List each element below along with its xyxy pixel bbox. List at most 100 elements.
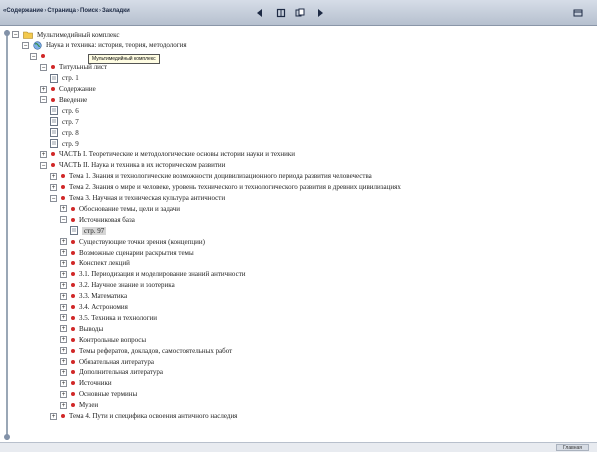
- expand-icon[interactable]: +: [60, 336, 67, 344]
- tab-contents[interactable]: «Содержание: [3, 8, 43, 14]
- collapse-icon[interactable]: −: [12, 31, 19, 38]
- tree-item[interactable]: + Источники: [60, 378, 112, 389]
- tree-item-label: Конспект лекций: [79, 259, 130, 268]
- collapse-icon[interactable]: −: [60, 216, 67, 224]
- bullet-icon: [71, 294, 75, 299]
- bullet-icon: [51, 87, 55, 91]
- tree-item[interactable]: +3.1. Периодизация и моделирование знани…: [60, 269, 246, 280]
- collapse-icon[interactable]: −: [50, 194, 57, 202]
- expand-icon[interactable]: +: [60, 390, 67, 398]
- tree-item[interactable]: − ЧАСТЬ II. Наука и техника в их историче…: [40, 160, 225, 171]
- tree-item[interactable]: + Выводы: [60, 323, 103, 334]
- tab-search[interactable]: Поиск: [80, 8, 98, 14]
- expand-icon[interactable]: +: [60, 379, 67, 387]
- tree-item-label: Темы рефератов, докладов, самостоятельны…: [79, 346, 233, 355]
- tab-bookmarks[interactable]: Закладки: [102, 8, 130, 14]
- expand-icon[interactable]: +: [40, 150, 47, 158]
- collapse-icon[interactable]: −: [30, 52, 37, 60]
- expand-icon[interactable]: +: [50, 172, 57, 180]
- scroll-top-knob[interactable]: [4, 30, 10, 36]
- collapse-icon[interactable]: −: [22, 41, 29, 49]
- tree-item[interactable]: + Существующие точки зрения (концепции): [60, 236, 205, 247]
- home-button[interactable]: Главная: [555, 444, 589, 451]
- expand-icon[interactable]: +: [60, 205, 67, 213]
- tree-item[interactable]: + Содержание: [40, 84, 96, 95]
- tree-item[interactable]: − Мультимедийный комплекс: [12, 29, 119, 40]
- tree-item-label: Тема 2. Знания о мире и человеке, уровен…: [69, 183, 401, 192]
- expand-icon[interactable]: +: [60, 303, 67, 311]
- tree-item[interactable]: + Тема 4. Пути и специфика освоения антич…: [50, 411, 237, 422]
- tree-item[interactable]: стр. 7: [50, 116, 79, 127]
- pages-icon[interactable]: [294, 7, 306, 18]
- expand-icon[interactable]: +: [60, 270, 67, 278]
- bullet-icon: [71, 206, 75, 211]
- bullet-icon: [71, 403, 75, 408]
- tree-item[interactable]: + Обоснование темы, цели и задачи: [60, 203, 180, 214]
- tree-item[interactable]: + Дополнительная литература: [60, 367, 163, 378]
- expand-icon[interactable]: +: [60, 358, 67, 365]
- tree-item[interactable]: + Контрольные вопросы: [60, 334, 146, 345]
- folder-icon: [23, 31, 33, 39]
- tab-page[interactable]: Страница: [47, 8, 76, 14]
- globe-icon: [33, 41, 42, 50]
- tree-item[interactable]: + Тема 1. Знания и технологические возмож…: [50, 171, 372, 182]
- tree-item[interactable]: + Тема 2. Знания о мире и человеке, урове…: [50, 182, 401, 193]
- tree-item[interactable]: +3.4. Астрономия: [60, 302, 128, 313]
- tree-item-label: Дополнительная литература: [79, 368, 163, 377]
- expand-icon[interactable]: +: [60, 249, 67, 256]
- tree-item[interactable]: + Музеи: [60, 400, 98, 411]
- page-icon: [50, 106, 58, 116]
- bullet-icon: [61, 196, 65, 200]
- expand-icon[interactable]: +: [60, 347, 67, 355]
- tree-item[interactable]: +3.2. Научное знание и эзотерика: [60, 280, 175, 291]
- tree-item-label: Наука и техника: история, теория, методо…: [46, 41, 187, 50]
- expand-icon[interactable]: +: [60, 314, 67, 322]
- tree-item[interactable]: стр. 97: [70, 225, 107, 236]
- tree-item[interactable]: − Источниковая база: [60, 214, 135, 225]
- tree-item-label: стр. 7: [62, 117, 79, 126]
- collapse-icon[interactable]: −: [40, 96, 47, 104]
- back-icon[interactable]: [254, 7, 266, 18]
- scroll-bottom-knob[interactable]: [4, 434, 10, 440]
- tree-item[interactable]: − Тема 3. Научная и техническая культура …: [50, 193, 225, 204]
- bullet-icon: [51, 97, 55, 102]
- expand-icon[interactable]: +: [60, 238, 67, 246]
- tree-item[interactable]: −: [30, 51, 49, 62]
- tree-item[interactable]: стр. 6: [50, 105, 79, 116]
- expand-icon[interactable]: +: [50, 183, 57, 191]
- forward-icon[interactable]: [314, 7, 326, 18]
- collapse-icon[interactable]: −: [40, 161, 47, 169]
- expand-icon[interactable]: +: [60, 281, 67, 289]
- scroll-track[interactable]: [4, 30, 10, 440]
- tree-item[interactable]: − Наука и техника: история, теория, метод…: [22, 40, 187, 51]
- book-icon[interactable]: [275, 7, 287, 18]
- tree-item[interactable]: + Конспект лекций: [60, 258, 130, 269]
- tree-item[interactable]: + Обязательная литература: [60, 356, 154, 367]
- expand-icon[interactable]: +: [60, 368, 67, 376]
- tree-item[interactable]: + ЧАСТЬ I. Теоретические и методологическ…: [40, 149, 295, 160]
- tree-item[interactable]: +3.5. Техника и технологии: [60, 312, 157, 323]
- tree-item-label: Обоснование темы, цели и задачи: [79, 204, 180, 213]
- tree-item[interactable]: стр. 1: [50, 73, 79, 84]
- tree-item-label: ЧАСТЬ I. Теоретические и методологически…: [59, 150, 295, 159]
- tree-item[interactable]: + Основные термины: [60, 389, 137, 400]
- tree-item[interactable]: +3.3. Математика: [60, 291, 127, 302]
- expand-icon[interactable]: +: [60, 401, 67, 409]
- page-icon: [50, 117, 58, 127]
- bullet-icon: [41, 54, 45, 59]
- tree-item-label: 3.3. Математика: [79, 292, 128, 301]
- tab-separator: ›: [77, 8, 79, 14]
- expand-icon[interactable]: +: [60, 325, 67, 333]
- collapse-icon[interactable]: −: [40, 63, 47, 71]
- tree-item[interactable]: + Темы рефератов, докладов, самостоятельн…: [60, 345, 232, 356]
- tree-item[interactable]: стр. 8: [50, 127, 79, 138]
- expand-icon[interactable]: +: [60, 292, 67, 300]
- tree-item[interactable]: − Введение: [40, 94, 87, 105]
- window-icon[interactable]: [572, 7, 584, 18]
- tree-item[interactable]: + Возможные сценарии раскрытия темы: [60, 247, 194, 258]
- expand-icon[interactable]: +: [40, 85, 47, 93]
- tree-item-label: 3.5. Техника и технологии: [79, 313, 157, 322]
- expand-icon[interactable]: +: [60, 259, 67, 267]
- tree-item[interactable]: стр. 9: [50, 138, 79, 149]
- expand-icon[interactable]: +: [50, 412, 57, 420]
